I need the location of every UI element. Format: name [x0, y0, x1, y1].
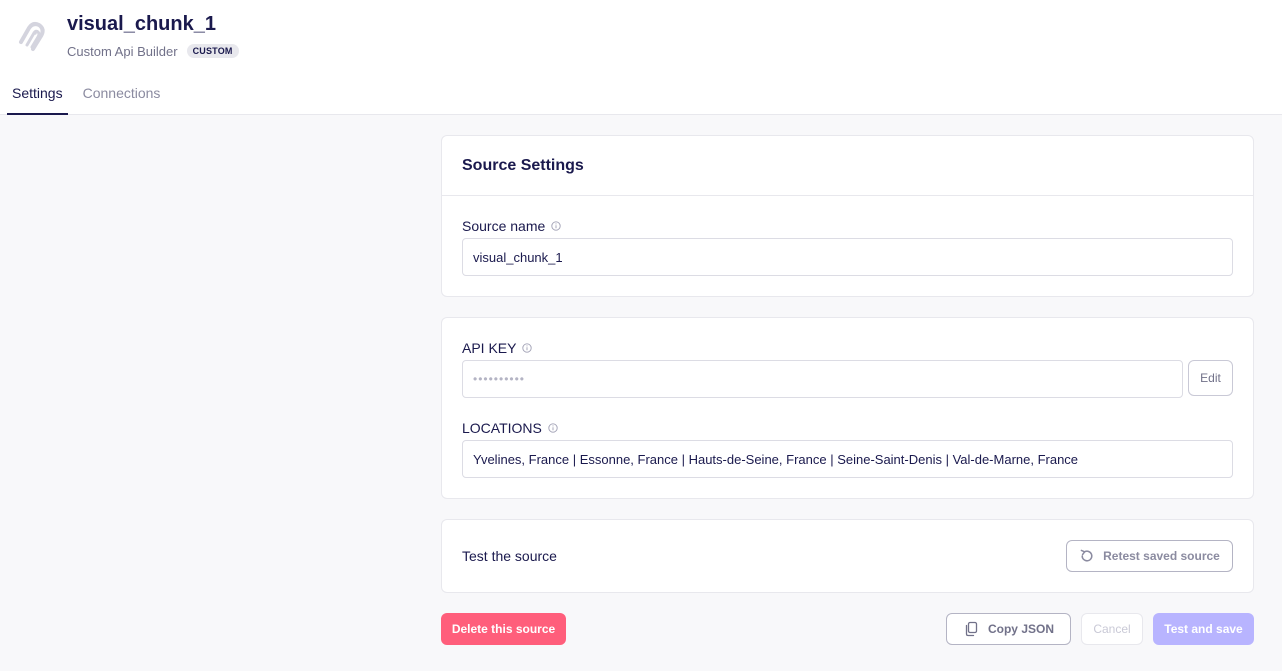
info-icon — [551, 221, 561, 231]
locations-label: LOCATIONS — [462, 420, 558, 436]
retest-icon — [1080, 549, 1093, 562]
test-source-card: Test the source Retest saved source — [441, 519, 1254, 593]
copy-json-label: Copy JSON — [987, 622, 1054, 636]
page-title: visual_chunk_1 — [67, 13, 216, 35]
locations-input[interactable]: Yvelines, France | Essonne, France | Hau… — [462, 440, 1233, 478]
subtitle-row: Custom Api Builder CUSTOM — [67, 43, 239, 59]
delete-source-button[interactable]: Delete this source — [441, 613, 566, 645]
info-icon — [522, 343, 533, 353]
connector-type-label: Custom Api Builder — [67, 43, 178, 59]
cancel-button[interactable]: Cancel — [1081, 613, 1143, 645]
source-name-input[interactable]: visual_chunk_1 — [462, 238, 1233, 276]
api-key-masked-value: •••••••••• — [473, 372, 526, 386]
credentials-card: API KEY •••••••••• Edit LOCATIONS Yvelin… — [441, 317, 1254, 499]
retest-saved-source-label: Retest saved source — [1103, 549, 1220, 563]
info-icon — [548, 423, 558, 433]
source-name-label-text: Source name — [462, 218, 546, 234]
source-name-label: Source name — [462, 218, 561, 234]
retest-saved-source-button[interactable]: Retest saved source — [1066, 540, 1233, 572]
source-settings-heading: Source Settings — [442, 136, 1253, 196]
tab-bar: Settings Connections — [7, 78, 175, 115]
copy-json-button[interactable]: Copy JSON — [946, 613, 1071, 645]
copy-icon — [965, 621, 978, 637]
source-settings-card: Source Settings Source name visual_chunk… — [441, 135, 1254, 297]
api-key-label-text: API KEY — [462, 340, 517, 356]
api-key-label: API KEY — [462, 340, 533, 356]
page-header: visual_chunk_1 Custom Api Builder CUSTOM… — [0, 0, 1282, 115]
api-key-input[interactable]: •••••••••• — [462, 360, 1183, 398]
custom-badge: CUSTOM — [186, 44, 239, 58]
airbyte-logo-icon — [19, 22, 45, 51]
tab-connections[interactable]: Connections — [78, 78, 166, 115]
tab-settings[interactable]: Settings — [7, 78, 68, 115]
test-source-label: Test the source — [462, 548, 557, 564]
edit-api-key-button[interactable]: Edit — [1188, 360, 1233, 396]
locations-label-text: LOCATIONS — [462, 420, 542, 436]
test-and-save-button[interactable]: Test and save — [1153, 613, 1254, 645]
